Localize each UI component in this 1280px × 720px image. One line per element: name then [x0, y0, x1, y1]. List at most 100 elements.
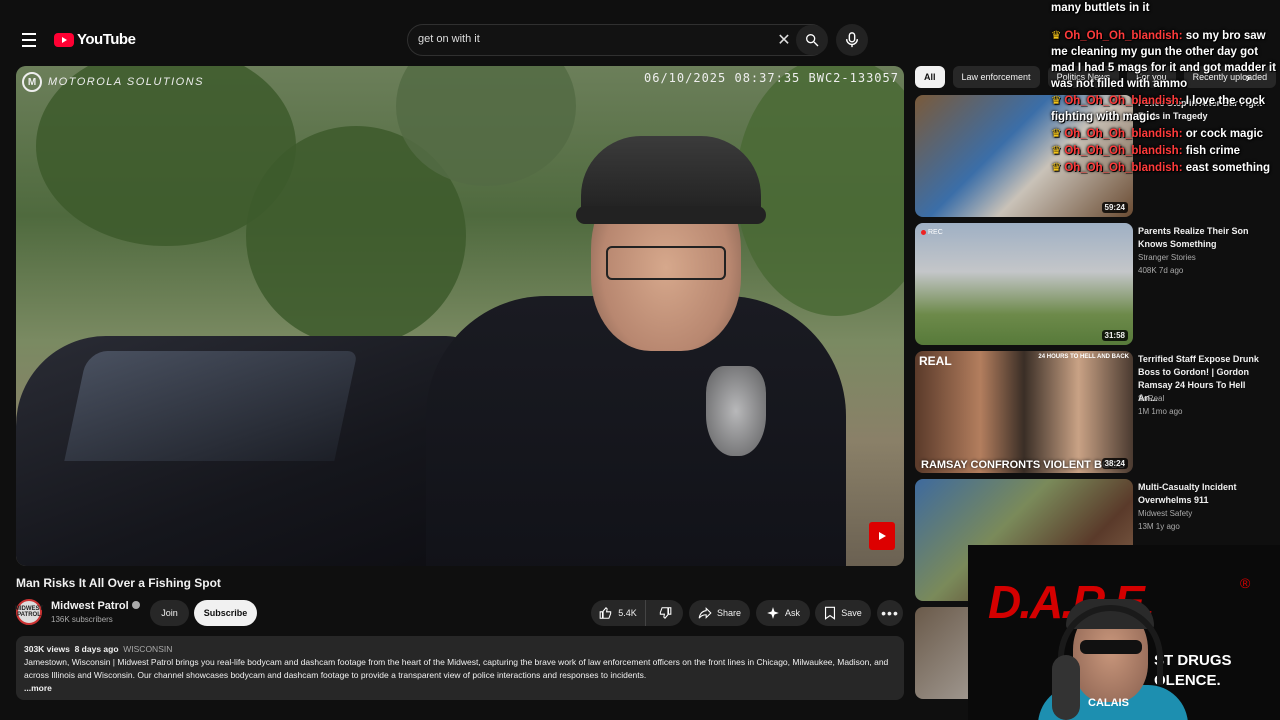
registered-mark: ® — [1240, 575, 1251, 591]
share-icon — [698, 607, 712, 619]
recommendation-channel[interactable]: SoReal — [1138, 394, 1164, 403]
youtube-logo-icon — [54, 32, 74, 47]
chat-message: ♛ Oh_Oh_Oh_blandish: fish crime — [1051, 143, 1280, 159]
subscribe-label: Subscribe — [203, 608, 248, 618]
join-label: Join — [161, 608, 178, 618]
location-tag[interactable]: WISCONSIN — [123, 644, 172, 654]
sunglasses — [1080, 640, 1142, 654]
search-input[interactable] — [418, 33, 758, 45]
recommendation-meta: 13M 1y ago — [1138, 522, 1180, 531]
save-button[interactable]: Save — [815, 600, 871, 626]
like-button[interactable]: 5.4K — [591, 600, 645, 626]
crown-icon: ♛ — [1051, 95, 1062, 107]
channel-avatar[interactable]: MIDWEST PATROL — [14, 599, 44, 625]
video-thumbnail[interactable]: REAL 24 HOURS TO HELL AND BACK RAMSAY CO… — [915, 351, 1133, 473]
verified-icon — [131, 601, 140, 609]
crown-icon: ♛ — [1051, 30, 1062, 42]
chat-text: east something — [1185, 162, 1271, 174]
recommendation-item[interactable]: REAL 24 HOURS TO HELL AND BACK RAMSAY CO… — [915, 351, 1265, 473]
recommendation-title[interactable]: Parents Realize Their Son Knows Somethin… — [1138, 225, 1265, 251]
soreal-badge: REAL — [919, 354, 952, 368]
share-label: Share — [716, 608, 742, 618]
cap-brim — [576, 206, 766, 224]
rec-badge: REC — [921, 229, 943, 236]
view-count: 303K views — [24, 644, 70, 654]
crown-icon: ♛ — [1051, 128, 1062, 140]
crown-icon: ♛ — [1051, 145, 1062, 157]
menu-icon[interactable] — [14, 27, 44, 53]
description-meta: 303K views 8 days ago WISCONSIN — [24, 643, 896, 656]
thumb-corner-text: 24 HOURS TO HELL AND BACK — [1038, 354, 1129, 360]
show-more-link[interactable]: ...more — [24, 682, 896, 695]
chat-message: ♛ Oh_Oh_Oh_blandish: east something — [1051, 160, 1280, 176]
hoodie-graphic — [706, 366, 766, 456]
youtube-logo[interactable]: YouTube — [54, 31, 136, 48]
car-window — [64, 351, 358, 461]
search-box: ✕ — [407, 24, 828, 56]
chat-message: many buttlets in it — [1051, 0, 1280, 16]
more-icon: ••• — [881, 605, 899, 621]
description-text: Jamestown, Wisconsin | Midwest Patrol br… — [24, 657, 889, 680]
logo-text: YouTube — [77, 31, 136, 48]
dislike-button[interactable] — [645, 600, 683, 626]
more-actions-button[interactable]: ••• — [877, 600, 903, 626]
chat-message: ♛ Oh_Oh_Oh_blandish: so my bro saw me cle… — [1051, 28, 1280, 92]
recommendation-channel[interactable]: Midwest Safety — [1138, 509, 1192, 518]
search-icon — [806, 34, 819, 47]
chat-text: many buttlets in it — [1051, 2, 1150, 14]
chat-text: or cock magic — [1185, 128, 1264, 140]
like-icon — [599, 606, 612, 619]
join-button[interactable]: Join — [150, 600, 189, 626]
subscribe-button[interactable]: Subscribe — [194, 600, 257, 626]
crown-icon: ♛ — [1051, 162, 1062, 174]
chip-all[interactable]: All — [915, 66, 945, 88]
subscriber-count: 136K subscribers — [51, 615, 113, 624]
chat-message: ♛ Oh_Oh_Oh_blandish: or cock magic — [1051, 126, 1280, 142]
channel-name-text[interactable]: Midwest Patrol — [51, 600, 129, 612]
duration-badge: 59:24 — [1101, 202, 1128, 213]
video-title: Man Risks It All Over a Fishing Spot — [16, 576, 221, 590]
recommendation-item[interactable]: REC 31:58 Parents Realize Their Son Know… — [915, 223, 1265, 345]
save-icon — [825, 606, 836, 620]
stream-chat-overlay: many buttlets in it ♛ Oh_Oh_Oh_blandish: … — [1051, 0, 1280, 177]
microphone — [1052, 655, 1080, 720]
voice-search-button[interactable] — [836, 24, 868, 56]
recommendation-meta: 1M 1mo ago — [1138, 407, 1183, 416]
chat-username: Oh_Oh_Oh_blandish: — [1064, 95, 1183, 107]
chip-law-enforcement[interactable]: Law enforcement — [952, 66, 1040, 88]
mic-icon — [845, 32, 859, 48]
bodycam-brand-overlay: M MOTOROLA SOLUTIONS — [22, 72, 204, 92]
shirt-text: CALAIS — [1088, 697, 1129, 709]
video-thumbnail[interactable]: REC 31:58 — [915, 223, 1133, 345]
channel-name[interactable]: Midwest Patrol — [51, 600, 140, 612]
chat-username: Oh_Oh_Oh_blandish: — [1064, 145, 1183, 157]
video-player[interactable]: M MOTOROLA SOLUTIONS 06/10/2025 08:37:35… — [16, 66, 904, 566]
recommendation-channel[interactable]: Stranger Stories — [1138, 253, 1196, 262]
glasses — [606, 246, 726, 280]
channel-avatar-text: MIDWEST PATROL — [14, 606, 44, 618]
duration-badge: 38:24 — [1101, 458, 1128, 469]
chat-text: fish crime — [1185, 145, 1241, 157]
bodycam-timestamp: 06/10/2025 08:37:35 BWC2-133057 — [644, 71, 899, 85]
motorola-logo-icon: M — [22, 72, 42, 92]
dislike-icon — [659, 607, 671, 620]
recommendation-meta: 408K 7d ago — [1138, 266, 1184, 275]
duration-badge: 31:58 — [1101, 330, 1128, 341]
chat-username: Oh_Oh_Oh_blandish: — [1064, 162, 1183, 174]
streamer-webcam: D.A.R.E. ® ST DRUGS OLENCE. CALAIS — [968, 545, 1280, 720]
chat-username: Oh_Oh_Oh_blandish: — [1064, 30, 1183, 42]
save-label: Save — [841, 608, 862, 618]
upload-age: 8 days ago — [74, 644, 119, 654]
description-box[interactable]: 303K views 8 days ago WISCONSIN Jamestow… — [16, 636, 904, 700]
share-button[interactable]: Share — [689, 600, 750, 626]
like-count: 5.4K — [618, 608, 637, 618]
search-button[interactable] — [796, 25, 828, 55]
chat-message: ♛ Oh_Oh_Oh_blandish: I love the cock figh… — [1051, 93, 1280, 125]
bodycam-brand-text: MOTOROLA SOLUTIONS — [48, 76, 204, 88]
close-icon[interactable]: ✕ — [774, 30, 794, 50]
ask-button[interactable]: Ask — [756, 600, 810, 626]
recommendation-title[interactable]: Multi-Casualty Incident Overwhelms 911 — [1138, 481, 1265, 507]
ask-label: Ask — [784, 608, 800, 618]
chat-username: Oh_Oh_Oh_blandish: — [1064, 128, 1183, 140]
channel-watermark-icon[interactable] — [869, 522, 895, 550]
